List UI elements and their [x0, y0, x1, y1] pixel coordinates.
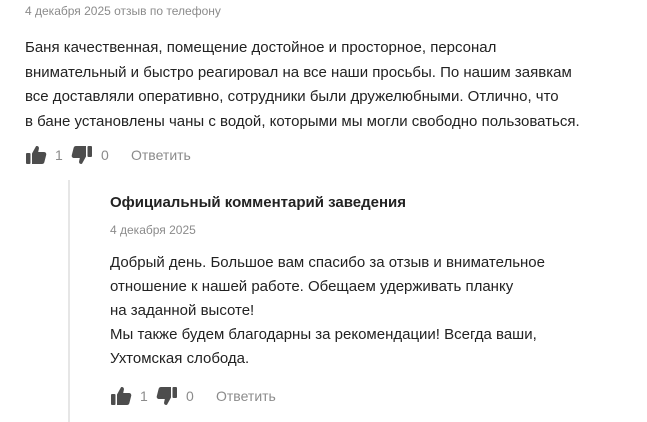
like-button[interactable]: 1 — [25, 145, 71, 165]
owner-reply-text-line: отношение к нашей работе. Обещаем удержи… — [110, 278, 514, 295]
dislike-count: 0 — [101, 147, 109, 163]
review-actions: 1 0 Ответить — [25, 145, 191, 165]
owner-reply-text-line: Добрый день. Большое вам спасибо за отзы… — [110, 254, 545, 271]
reply-divider-line — [68, 180, 70, 422]
owner-reply-dislike-count: 0 — [186, 388, 194, 404]
owner-reply-text-line: на заданной высоте! — [110, 302, 255, 319]
owner-reply-dislike-button[interactable]: 0 — [156, 386, 216, 406]
owner-reply-text: Добрый день. Большое вам спасибо за отзы… — [110, 251, 620, 371]
thumbs-up-icon — [25, 145, 47, 165]
owner-reply-like-count: 1 — [140, 388, 148, 404]
review-text-line: Баня качественная, помещение достойное и… — [25, 39, 497, 56]
owner-reply-actions: 1 0 Ответить — [110, 386, 276, 406]
like-count: 1 — [55, 147, 63, 163]
review-meta: 4 декабря 2025 отзыв по телефону — [25, 4, 221, 18]
owner-reply-reply-link[interactable]: Ответить — [216, 388, 276, 404]
owner-reply-like-button[interactable]: 1 — [110, 386, 156, 406]
owner-reply-date: 4 декабря 2025 — [110, 223, 196, 237]
review-text-line: внимательный и быстро реагировал на все … — [25, 63, 572, 81]
owner-reply-text-line: Ухтомская слобода. — [110, 350, 250, 367]
reply-link[interactable]: Ответить — [131, 147, 191, 163]
thumbs-up-icon — [110, 386, 132, 406]
thumbs-down-icon — [71, 145, 93, 165]
review-text-line: все доставляли оперативно, сотрудники бы… — [25, 88, 559, 105]
review-text-line: в бане установлены чаны с водой, которым… — [25, 112, 580, 130]
owner-reply-text-line: Мы также будем благодарны за рекомендаци… — [110, 326, 537, 343]
review-text: Баня качественная, помещение достойное и… — [25, 36, 635, 134]
dislike-button[interactable]: 0 — [71, 145, 131, 165]
thumbs-down-icon — [156, 386, 178, 406]
owner-reply-title: Официальный комментарий заведения — [110, 194, 407, 211]
